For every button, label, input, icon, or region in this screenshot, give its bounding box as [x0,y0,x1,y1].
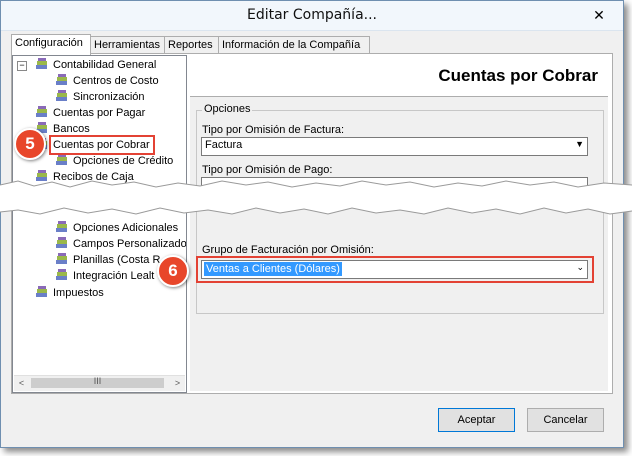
torn-paper-divider [0,180,632,215]
tree-item-label: Contabilidad General [53,59,157,71]
tree-item-label: Opciones Adicionales [73,222,179,234]
stacked-books-icon [56,74,67,85]
tab-configuracion[interactable]: Configuración [11,34,91,55]
stacked-books-icon [56,90,67,101]
scroll-grip: III [93,376,102,386]
tree-item-label: Sincronización [73,91,145,103]
dropdown-arrow-icon[interactable]: ▼ [575,139,584,149]
group-title: Opciones [202,103,253,115]
stacked-books-icon [56,253,67,264]
tree-item-label: Opciones de Crédito [73,155,174,167]
accept-button[interactable]: Aceptar [438,408,515,432]
callout-step-5: 5 [14,128,46,160]
page-title: Cuentas por Cobrar [438,66,598,85]
collapse-icon[interactable]: − [17,61,27,71]
title-bar: Editar Compañía... ✕ [1,1,623,31]
highlight-box-tree-item [49,135,155,155]
tab-reportes[interactable]: Reportes [164,36,220,54]
stacked-books-icon [56,221,67,232]
close-icon[interactable]: ✕ [587,5,611,25]
highlight-box-billing-group [196,256,594,283]
stacked-books-icon [36,286,47,297]
stacked-books-icon [56,237,67,248]
tab-herramientas[interactable]: Herramientas [90,36,166,54]
cancel-button[interactable]: Cancelar [527,408,604,432]
tree-item-label: Planillas (Costa R [73,254,161,266]
scroll-left-icon[interactable]: < [14,376,29,391]
stacked-books-icon [56,154,67,165]
invoice-type-value: Factura [205,139,243,151]
stacked-books-icon [56,269,67,280]
payment-type-label: Tipo por Omisión de Pago: [202,164,333,176]
tree-item-label: Cuentas por Pagar [53,107,146,119]
invoice-type-select[interactable]: Factura ▼ [201,137,588,156]
billing-group-label: Grupo de Facturación por Omisión: [202,244,374,256]
tree-horizontal-scrollbar[interactable]: < III > [14,375,185,391]
scroll-right-icon[interactable]: > [170,376,185,391]
invoice-type-label: Tipo por Omisión de Factura: [202,124,345,136]
stacked-books-icon [36,106,47,117]
tree-item-label: Integración Lealt [73,270,155,282]
tree-item-label: Campos Personalizados [73,238,187,250]
tab-informacion-compania[interactable]: Información de la Compañía [218,36,370,54]
scroll-thumb[interactable]: III [31,376,164,388]
settings-tree[interactable]: − Contabilidad General Centros de Costo … [12,55,187,393]
stacked-books-icon [36,58,47,69]
tree-item-label: Impuestos [53,287,104,299]
callout-step-6: 6 [157,255,189,287]
tree-item-label: Centros de Costo [73,75,159,87]
window-title: Editar Compañía... [246,7,378,23]
section-header: Cuentas por Cobrar [190,56,608,97]
